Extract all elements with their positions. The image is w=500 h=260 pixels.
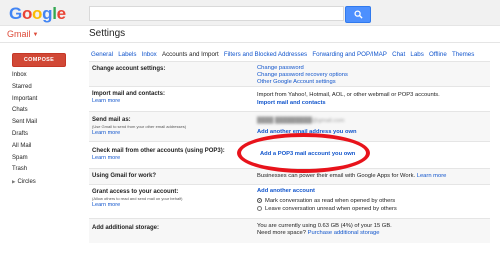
setting-row-change-account: Change account settings: Change password… [89,61,490,86]
search-icon [353,10,363,19]
learn-more-link[interactable]: Learn more [92,98,120,104]
page-title: Settings [89,28,126,39]
expand-icon: ▶ [12,179,16,185]
tab-labs[interactable]: Labs [410,51,423,61]
tab-labels[interactable]: Labels [118,51,136,61]
send-as-address: ████ █████████@gmail.com [257,118,345,124]
for-work-text: Businesses can power their email with Go… [257,173,446,179]
google-logo[interactable]: Google [9,4,66,24]
search-input[interactable] [89,6,344,21]
search-button[interactable] [345,6,371,23]
sidebar-nav: Inbox Starred Important Chats Sent Mail … [0,70,80,188]
storage-need-text: Need more space? [257,230,306,236]
radio-leave-unread[interactable]: Leave conversation unread when opened by… [257,206,397,212]
learn-more-link[interactable]: Learn more [92,202,120,208]
sidebar-item-trash[interactable]: Trash [0,164,80,176]
setting-label: Send mail as: [92,117,131,123]
radio-mark-read[interactable]: Mark conversation as read when opened by… [257,198,395,204]
sidebar-item-starred[interactable]: Starred [0,82,80,94]
import-mail-link[interactable]: Import mail and contacts [257,100,326,106]
radio-label: Mark conversation as read when opened by… [265,198,396,204]
setting-sublabel: (Allow others to read and send mail on y… [92,196,183,201]
storage-more: Need more space? Purchase additional sto… [257,230,379,236]
setting-sublabel: (Use Gmail to send from your other email… [92,124,187,129]
logo-letter: o [21,4,33,23]
learn-more-link[interactable]: Learn more [417,173,447,179]
learn-more-link[interactable]: Learn more [92,155,120,161]
sidebar-item-chats[interactable]: Chats [0,105,80,117]
tab-offline[interactable]: Offline [429,51,447,61]
logo-letter: e [56,4,66,23]
gmail-label: Gmail [7,29,31,39]
setting-row-storage: Add additional storage: You are currentl… [89,218,490,243]
logo-letter: G [9,4,22,23]
logo-letter: g [42,4,53,23]
sub-header [0,26,500,43]
top-bar: Google [0,0,500,26]
import-description: Import from Yahoo!, Hotmail, AOL, or oth… [257,92,440,98]
storage-usage: You are currently using 0.63 GB (4%) of … [257,223,392,229]
sidebar-item-label: Circles [17,179,36,186]
setting-label: Check mail from other accounts (using PO… [92,148,225,154]
logo-letter: o [32,4,43,23]
tab-accounts-and-import[interactable]: Accounts and Import [162,51,219,61]
add-another-account-link[interactable]: Add another account [257,188,315,194]
sidebar-item-sent[interactable]: Sent Mail [0,117,80,129]
google-account-settings-link[interactable]: Other Google Account settings [257,79,336,85]
for-work-description: Businesses can power their email with Go… [257,173,416,179]
chevron-down-icon: ▼ [32,32,39,38]
sidebar-item-all-mail[interactable]: All Mail [0,141,80,153]
tab-general[interactable]: General [91,51,113,61]
sidebar-item-important[interactable]: Important [0,94,80,106]
tab-chat[interactable]: Chat [392,51,405,61]
sidebar-item-circles[interactable]: ▶ Circles [0,176,80,188]
tab-filters[interactable]: Filters and Blocked Addresses [224,51,307,61]
sidebar-item-inbox[interactable]: Inbox [0,70,80,82]
tab-inbox[interactable]: Inbox [142,51,157,61]
setting-label: Change account settings: [92,66,166,72]
compose-button[interactable]: COMPOSE [12,53,66,67]
change-password-link[interactable]: Change password [257,65,304,71]
radio-label: Leave conversation unread when opened by… [265,206,397,212]
setting-label: Add additional storage: [92,225,160,231]
tab-forwarding[interactable]: Forwarding and POP/IMAP [312,51,387,61]
sidebar-item-drafts[interactable]: Drafts [0,129,80,141]
setting-row-import: Import mail and contacts: Learn more Imp… [89,86,490,111]
change-recovery-link[interactable]: Change password recovery options [257,72,348,78]
sidebar-item-spam[interactable]: Spam [0,153,80,165]
gmail-menu[interactable]: Gmail ▼ [7,29,38,39]
radio-unselected-icon [257,206,262,211]
radio-selected-icon [257,198,262,203]
setting-row-grant-access: Grant access to your account: (Allow oth… [89,184,490,218]
purchase-storage-link[interactable]: Purchase additional storage [308,230,380,236]
setting-label: Import mail and contacts: [92,91,166,97]
setting-label: Grant access to your account: [92,189,179,195]
settings-tabs: General Labels Inbox Accounts and Import… [91,51,480,61]
highlight-annotation-circle [237,133,370,173]
tab-themes[interactable]: Themes [452,51,474,61]
learn-more-link[interactable]: Learn more [92,130,120,136]
setting-label: Using Gmail for work? [92,173,157,179]
